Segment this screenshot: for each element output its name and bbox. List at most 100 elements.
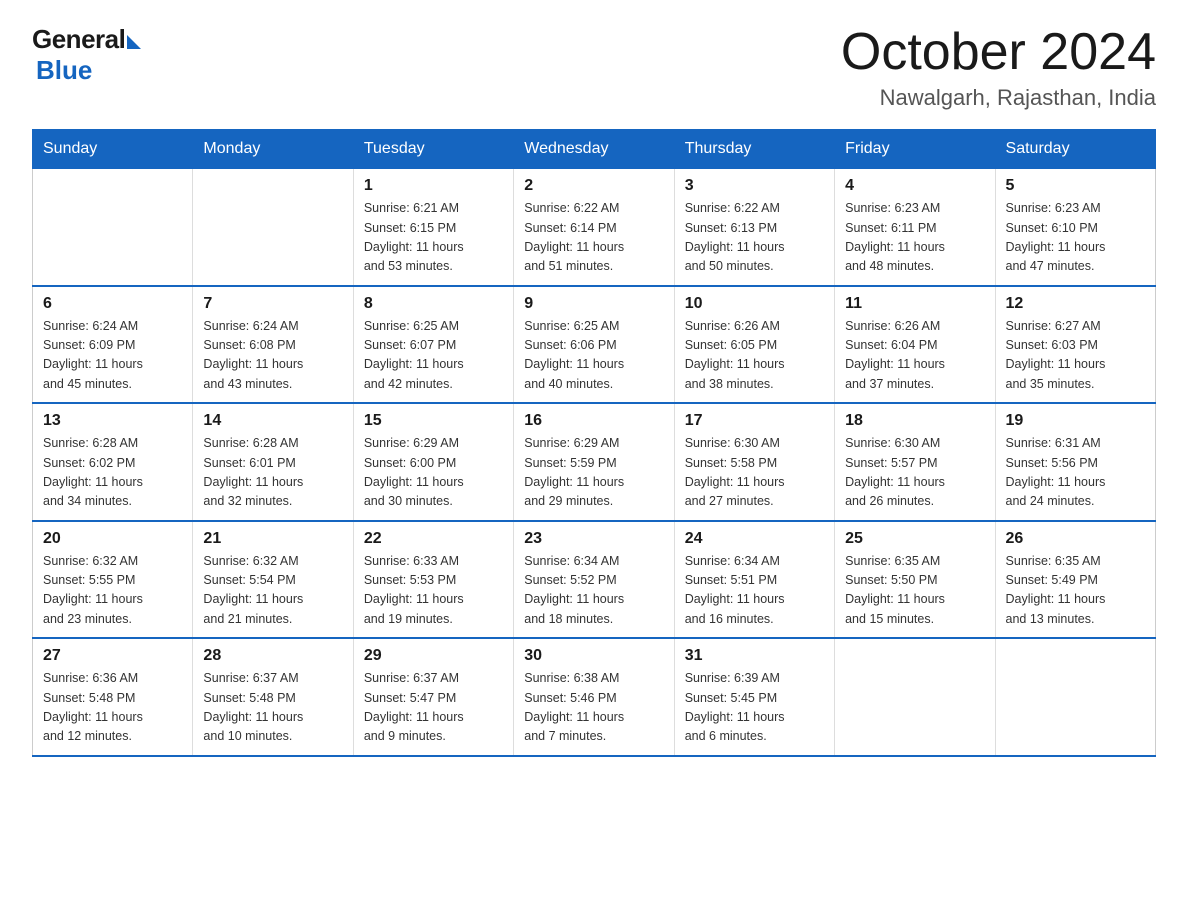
- calendar-cell: 11Sunrise: 6:26 AMSunset: 6:04 PMDayligh…: [835, 286, 995, 404]
- day-number: 30: [524, 647, 663, 665]
- day-info: Sunrise: 6:32 AMSunset: 5:55 PMDaylight:…: [43, 552, 182, 630]
- day-number: 28: [203, 647, 342, 665]
- calendar-cell: 4 Sunrise: 6:23 AMSunset: 6:11 PMDaylight…: [835, 169, 995, 286]
- day-number: 22: [364, 530, 503, 548]
- day-number: 31: [685, 647, 824, 665]
- calendar-cell: 7Sunrise: 6:24 AMSunset: 6:08 PMDaylight…: [193, 286, 353, 404]
- day-info: Sunrise: 6:26 AMSunset: 6:05 PMDaylight:…: [685, 317, 824, 395]
- day-info: Sunrise: 6:35 AMSunset: 5:49 PMDaylight:…: [1006, 552, 1145, 630]
- day-info: Sunrise: 6:23 AMSunset: 6:10 PMDaylight:…: [1006, 199, 1145, 277]
- calendar-cell: 26Sunrise: 6:35 AMSunset: 5:49 PMDayligh…: [995, 521, 1155, 639]
- day-info: Sunrise: 6:28 AMSunset: 6:01 PMDaylight:…: [203, 434, 342, 512]
- day-number: 23: [524, 530, 663, 548]
- day-number: 6: [43, 295, 182, 313]
- calendar-cell: 28 Sunrise: 6:37 AMSunset: 5:48 PMDayligh…: [193, 638, 353, 756]
- header-saturday: Saturday: [995, 130, 1155, 169]
- day-info: Sunrise: 6:30 AMSunset: 5:58 PMDaylight:…: [685, 434, 824, 512]
- day-info: Sunrise: 6:24 AMSunset: 6:08 PMDaylight:…: [203, 317, 342, 395]
- header-row: SundayMondayTuesdayWednesdayThursdayFrid…: [33, 130, 1156, 169]
- day-info: Sunrise: 6:27 AMSunset: 6:03 PMDaylight:…: [1006, 317, 1145, 395]
- title-section: October 2024 Nawalgarh, Rajasthan, India: [841, 24, 1156, 111]
- day-info: Sunrise: 6:28 AMSunset: 6:02 PMDaylight:…: [43, 434, 182, 512]
- header-wednesday: Wednesday: [514, 130, 674, 169]
- month-title: October 2024: [841, 24, 1156, 81]
- calendar-cell: [835, 638, 995, 756]
- day-number: 18: [845, 412, 984, 430]
- calendar-cell: 1Sunrise: 6:21 AMSunset: 6:15 PMDaylight…: [353, 169, 513, 286]
- day-info: Sunrise: 6:24 AMSunset: 6:09 PMDaylight:…: [43, 317, 182, 395]
- day-number: 5: [1006, 177, 1145, 195]
- day-info: Sunrise: 6:35 AMSunset: 5:50 PMDaylight:…: [845, 552, 984, 630]
- week-row-1: 1Sunrise: 6:21 AMSunset: 6:15 PMDaylight…: [33, 169, 1156, 286]
- day-info: Sunrise: 6:34 AMSunset: 5:52 PMDaylight:…: [524, 552, 663, 630]
- calendar-cell: 6 Sunrise: 6:24 AMSunset: 6:09 PMDaylight…: [33, 286, 193, 404]
- day-info: Sunrise: 6:31 AMSunset: 5:56 PMDaylight:…: [1006, 434, 1145, 512]
- calendar-cell: [193, 169, 353, 286]
- header-sunday: Sunday: [33, 130, 193, 169]
- logo-general-text: General: [32, 24, 125, 55]
- header-tuesday: Tuesday: [353, 130, 513, 169]
- day-info: Sunrise: 6:22 AMSunset: 6:13 PMDaylight:…: [685, 199, 824, 277]
- day-number: 10: [685, 295, 824, 313]
- day-number: 1: [364, 177, 503, 195]
- day-number: 20: [43, 530, 182, 548]
- week-row-4: 20 Sunrise: 6:32 AMSunset: 5:55 PMDayligh…: [33, 521, 1156, 639]
- logo-blue-text: Blue: [36, 55, 92, 86]
- calendar-cell: 5 Sunrise: 6:23 AMSunset: 6:10 PMDaylight…: [995, 169, 1155, 286]
- day-number: 19: [1006, 412, 1145, 430]
- calendar-cell: 16Sunrise: 6:29 AMSunset: 5:59 PMDayligh…: [514, 403, 674, 521]
- calendar-cell: 2 Sunrise: 6:22 AMSunset: 6:14 PMDaylight…: [514, 169, 674, 286]
- calendar-cell: [995, 638, 1155, 756]
- day-number: 3: [685, 177, 824, 195]
- day-info: Sunrise: 6:23 AMSunset: 6:11 PMDaylight:…: [845, 199, 984, 277]
- day-number: 27: [43, 647, 182, 665]
- calendar-body: 1Sunrise: 6:21 AMSunset: 6:15 PMDaylight…: [33, 169, 1156, 756]
- day-info: Sunrise: 6:25 AMSunset: 6:07 PMDaylight:…: [364, 317, 503, 395]
- header-thursday: Thursday: [674, 130, 834, 169]
- calendar-cell: 10 Sunrise: 6:26 AMSunset: 6:05 PMDayligh…: [674, 286, 834, 404]
- day-info: Sunrise: 6:37 AMSunset: 5:47 PMDaylight:…: [364, 669, 503, 747]
- calendar-cell: 22Sunrise: 6:33 AMSunset: 5:53 PMDayligh…: [353, 521, 513, 639]
- day-info: Sunrise: 6:38 AMSunset: 5:46 PMDaylight:…: [524, 669, 663, 747]
- day-info: Sunrise: 6:34 AMSunset: 5:51 PMDaylight:…: [685, 552, 824, 630]
- calendar-cell: 31 Sunrise: 6:39 AMSunset: 5:45 PMDayligh…: [674, 638, 834, 756]
- calendar-cell: 25Sunrise: 6:35 AMSunset: 5:50 PMDayligh…: [835, 521, 995, 639]
- week-row-5: 27 Sunrise: 6:36 AMSunset: 5:48 PMDayligh…: [33, 638, 1156, 756]
- calendar-cell: 29 Sunrise: 6:37 AMSunset: 5:47 PMDayligh…: [353, 638, 513, 756]
- calendar-cell: 24 Sunrise: 6:34 AMSunset: 5:51 PMDayligh…: [674, 521, 834, 639]
- calendar-cell: 9 Sunrise: 6:25 AMSunset: 6:06 PMDaylight…: [514, 286, 674, 404]
- calendar-cell: 18 Sunrise: 6:30 AMSunset: 5:57 PMDayligh…: [835, 403, 995, 521]
- day-info: Sunrise: 6:30 AMSunset: 5:57 PMDaylight:…: [845, 434, 984, 512]
- calendar-cell: 14 Sunrise: 6:28 AMSunset: 6:01 PMDayligh…: [193, 403, 353, 521]
- calendar-header: SundayMondayTuesdayWednesdayThursdayFrid…: [33, 130, 1156, 169]
- day-info: Sunrise: 6:36 AMSunset: 5:48 PMDaylight:…: [43, 669, 182, 747]
- day-number: 16: [524, 412, 663, 430]
- week-row-3: 13 Sunrise: 6:28 AMSunset: 6:02 PMDayligh…: [33, 403, 1156, 521]
- day-number: 13: [43, 412, 182, 430]
- day-number: 29: [364, 647, 503, 665]
- day-number: 24: [685, 530, 824, 548]
- day-number: 4: [845, 177, 984, 195]
- day-number: 14: [203, 412, 342, 430]
- logo: General Blue: [32, 24, 141, 86]
- day-number: 2: [524, 177, 663, 195]
- calendar-cell: 19 Sunrise: 6:31 AMSunset: 5:56 PMDayligh…: [995, 403, 1155, 521]
- calendar-cell: 12Sunrise: 6:27 AMSunset: 6:03 PMDayligh…: [995, 286, 1155, 404]
- day-number: 11: [845, 295, 984, 313]
- day-info: Sunrise: 6:25 AMSunset: 6:06 PMDaylight:…: [524, 317, 663, 395]
- day-info: Sunrise: 6:22 AMSunset: 6:14 PMDaylight:…: [524, 199, 663, 277]
- calendar-cell: 3 Sunrise: 6:22 AMSunset: 6:13 PMDaylight…: [674, 169, 834, 286]
- calendar-cell: 15 Sunrise: 6:29 AMSunset: 6:00 PMDayligh…: [353, 403, 513, 521]
- location-title: Nawalgarh, Rajasthan, India: [841, 85, 1156, 111]
- calendar-cell: 30 Sunrise: 6:38 AMSunset: 5:46 PMDayligh…: [514, 638, 674, 756]
- day-number: 8: [364, 295, 503, 313]
- logo-arrow-icon: [127, 35, 141, 49]
- day-number: 15: [364, 412, 503, 430]
- day-info: Sunrise: 6:32 AMSunset: 5:54 PMDaylight:…: [203, 552, 342, 630]
- day-number: 9: [524, 295, 663, 313]
- calendar-cell: 20 Sunrise: 6:32 AMSunset: 5:55 PMDayligh…: [33, 521, 193, 639]
- day-info: Sunrise: 6:39 AMSunset: 5:45 PMDaylight:…: [685, 669, 824, 747]
- day-info: Sunrise: 6:37 AMSunset: 5:48 PMDaylight:…: [203, 669, 342, 747]
- calendar-cell: 27 Sunrise: 6:36 AMSunset: 5:48 PMDayligh…: [33, 638, 193, 756]
- day-info: Sunrise: 6:29 AMSunset: 6:00 PMDaylight:…: [364, 434, 503, 512]
